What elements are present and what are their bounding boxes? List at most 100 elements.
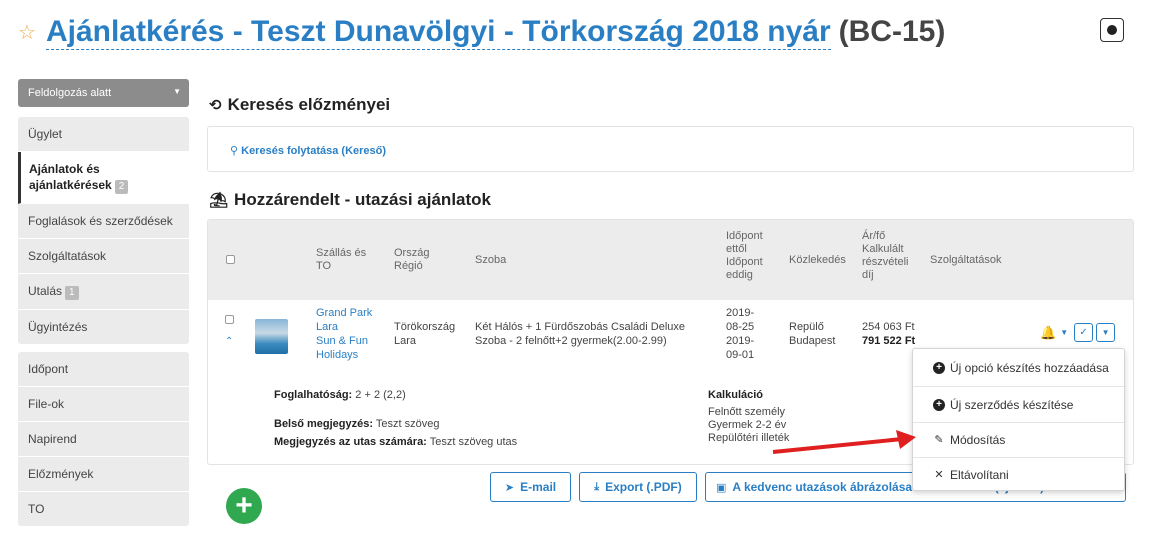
cell-room: Két Hálós + 1 Fürdőszobás Családi Deluxe…: [475, 320, 685, 348]
bookable-label: Foglalhatóság:: [274, 389, 353, 401]
hotel-name-line: Grand Park: [316, 307, 373, 319]
menu-item-remove[interactable]: ✕ Eltávolítani: [913, 457, 1124, 492]
col-price[interactable]: Ár/fő Kalkulált részvételi díj: [862, 230, 908, 282]
status-select-value: Feldolgozás alatt: [28, 87, 112, 99]
col-stay-to[interactable]: Szállás és TO: [316, 247, 366, 273]
sidebar-item-appointment[interactable]: Időpont: [18, 352, 189, 387]
hotel-link[interactable]: Grand Park Lara Sun & Fun Holidays: [316, 306, 372, 362]
sidebar-group-main: Ügylet Ajánlatok és ajánlatkérések 2 Fogl…: [18, 117, 189, 344]
search-icon: ⚲: [230, 145, 239, 157]
history-panel: ⚲ Keresés folytatása (Kereső): [207, 126, 1134, 172]
row-checkbox[interactable]: [225, 315, 234, 324]
status-select[interactable]: Feldolgozás alatt ▼: [18, 79, 189, 107]
menu-item-label: Új szerződés készítése: [950, 397, 1074, 412]
sidebar-item-agenda[interactable]: Napirend: [18, 422, 189, 457]
email-button-label: E-mail: [520, 480, 557, 494]
col-room[interactable]: Szoba: [475, 254, 506, 267]
country-text: Törökország: [394, 321, 456, 333]
bookable-value: 2 + 2 (2,2): [355, 389, 406, 401]
table-header: Szállás és TO Ország Régió Szoba Időpont…: [208, 220, 1133, 300]
sidebar-group-secondary: Időpont File-ok Napirend Előzmények TO: [18, 352, 189, 526]
bell-icon[interactable]: 🔔: [1040, 325, 1056, 341]
transport-type: Repülő: [789, 321, 824, 333]
count-badge: 2: [114, 180, 129, 194]
select-all-checkbox[interactable]: [226, 255, 235, 264]
menu-item-label: Eltávolítani: [950, 467, 1009, 482]
favorite-star-icon[interactable]: ☆: [18, 20, 36, 45]
tour-operator-line: Holidays: [316, 349, 359, 361]
sidebar-item-administration[interactable]: Ügyintézés: [18, 310, 189, 344]
confirm-button[interactable]: ✓: [1074, 323, 1094, 342]
cell-dates: 2019- 08-25 2019- 09-01: [726, 306, 754, 362]
sidebar-item-label: Ügylet: [28, 127, 63, 141]
continue-search-label: Keresés folytatása (Kereső): [241, 145, 387, 157]
export-pdf-button[interactable]: ⤓ Export (.PDF): [579, 472, 697, 502]
price-total: 791 522 Ft: [862, 335, 916, 347]
annotation-arrow-icon: [772, 430, 916, 454]
sidebar-item-label: Ajánlatok és ajánlatkérések: [29, 162, 112, 192]
page-header: ☆ Ajánlatkérés - Teszt Dunavölgyi - Törk…: [18, 10, 945, 54]
date-to-line: 2019-: [726, 335, 755, 347]
col-label: ettől: [726, 243, 747, 255]
close-icon: ✕: [934, 469, 944, 481]
region-text: Lara: [394, 335, 417, 347]
sidebar-item-bookings[interactable]: Foglalások és szerződések: [18, 204, 189, 239]
col-label: Szállás és: [316, 247, 367, 259]
menu-item-new-contract[interactable]: + Új szerződés készítése: [913, 387, 1124, 422]
chevron-up-icon[interactable]: ⌃: [225, 336, 233, 347]
col-country[interactable]: Ország Régió: [394, 247, 429, 273]
calculation-line: Felnőtt személy: [708, 406, 786, 418]
room-line: Két Hálós + 1 Fürdőszobás Családi Deluxe: [475, 321, 686, 333]
sidebar-item-label: Ügyintézés: [28, 320, 88, 334]
price-per-person: 254 063 Ft: [862, 321, 915, 333]
menu-item-edit[interactable]: ✎ Módosítás: [913, 422, 1124, 457]
date-from-line: 08-25: [726, 321, 755, 333]
cell-country: Törökország Lara: [394, 320, 455, 348]
chevron-down-icon[interactable]: ▼: [1060, 328, 1068, 337]
export-button-label: Export (.PDF): [605, 480, 682, 494]
cell-price: 254 063 Ft 791 522 Ft: [862, 320, 915, 348]
sidebar-item-to[interactable]: TO: [18, 492, 189, 526]
sidebar-item-offers[interactable]: Ajánlatok és ajánlatkérések 2: [18, 152, 189, 204]
internal-note-label: Belső megjegyzés:: [274, 418, 374, 430]
sidebar-item-services[interactable]: Szolgáltatások: [18, 239, 189, 274]
history-title-text: Keresés előzményei: [227, 95, 391, 114]
sidebar-item-deal[interactable]: Ügylet: [18, 117, 189, 152]
send-icon: ➤: [504, 481, 515, 494]
hotel-thumbnail: [255, 319, 288, 354]
chevron-down-icon: ▼: [173, 87, 181, 96]
internal-note: Belső megjegyzés: Teszt szöveg: [274, 416, 440, 432]
more-actions-button[interactable]: ▼: [1096, 323, 1116, 342]
plus-icon: +: [235, 489, 253, 522]
email-button[interactable]: ➤ E-mail: [490, 472, 571, 502]
continue-search-link[interactable]: ⚲ Keresés folytatása (Kereső): [230, 144, 386, 157]
check-icon: ✓: [1079, 327, 1088, 338]
row-actions-dropdown: + Új opció készítés hozzáadása + Új szer…: [912, 348, 1125, 491]
date-to-line: 09-01: [726, 349, 755, 361]
sidebar-item-files[interactable]: File-ok: [18, 387, 189, 422]
page-code: (BC-15): [838, 15, 946, 48]
tour-operator-line: Sun & Fun: [316, 335, 368, 347]
download-icon: ⤓: [594, 480, 600, 493]
count-badge: 1: [65, 286, 79, 300]
sidebar-item-history[interactable]: Előzmények: [18, 457, 189, 492]
palette-button[interactable]: [1100, 18, 1124, 42]
col-label: Régió: [394, 260, 423, 272]
sidebar-item-label: Utalás: [28, 284, 63, 298]
sidebar-item-label: File-ok: [28, 397, 65, 411]
col-transport[interactable]: Közlekedés: [789, 254, 846, 267]
menu-item-new-option[interactable]: + Új opció készítés hozzáadása: [913, 350, 1124, 385]
add-offer-button[interactable]: +: [226, 488, 262, 524]
page-title[interactable]: Ajánlatkérés - Teszt Dunavölgyi - Törkor…: [45, 15, 831, 50]
sidebar-item-label: Foglalások és szerződések: [28, 214, 173, 228]
history-section-title: ⟲ Keresés előzményei: [209, 95, 390, 115]
internal-note-value: Teszt szöveg: [375, 418, 440, 430]
col-date[interactable]: Időpont ettől Időpont eddig: [726, 230, 763, 282]
offers-title-text: Hozzárendelt - utazási ajánlatok: [234, 190, 491, 209]
gallery-icon: ▣: [716, 481, 727, 494]
col-label: TO: [316, 260, 332, 272]
traveller-note: Megjegyzés az utas számára: Teszt szöveg…: [274, 434, 517, 450]
bookable-info: Foglalhatóság: 2 + 2 (2,2): [274, 387, 406, 403]
sidebar-item-transfer[interactable]: Utalás 1: [18, 274, 189, 310]
col-services[interactable]: Szolgáltatások: [930, 254, 1002, 267]
